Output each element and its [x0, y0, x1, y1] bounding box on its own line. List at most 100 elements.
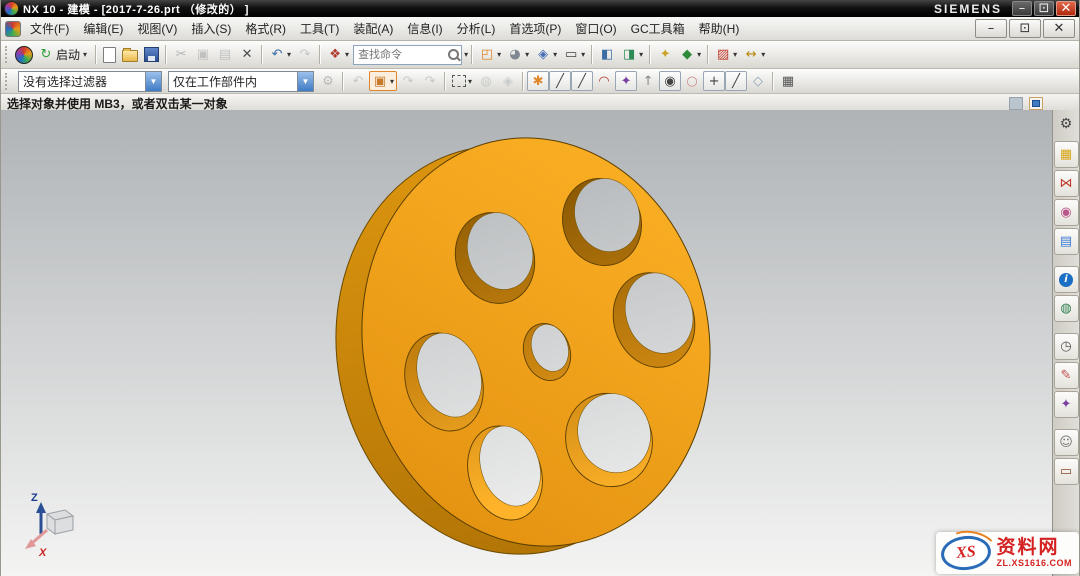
start-button[interactable]: ↻ 启动 ▾ [33, 44, 92, 65]
close-button[interactable]: ✕ [1056, 1, 1076, 16]
graphics-window[interactable]: Z X [1, 110, 1079, 576]
open-file-button[interactable] [119, 45, 141, 64]
copy-button-glyph: ▣ [196, 47, 210, 62]
select-rect-button[interactable]: ▾ [449, 73, 475, 89]
shaded-with-edges-button[interactable]: ◕ ▾ [504, 45, 532, 65]
measure-distance-button-dropdown[interactable]: ▾ [761, 50, 765, 59]
minimize-button[interactable]: – [1012, 1, 1032, 16]
menu-app-icon[interactable] [5, 20, 21, 37]
tools-menu[interactable]: 工具(T) [293, 18, 346, 39]
hd3d-tools-tab[interactable]: i [1053, 266, 1079, 293]
edit-menu[interactable]: 编辑(E) [76, 18, 130, 39]
toolbar-grip[interactable] [5, 72, 11, 90]
separator [471, 45, 474, 64]
window-menu[interactable]: 窗口(O) [568, 18, 623, 39]
repeat-command-button[interactable]: ❖ ▾ [324, 45, 352, 65]
snap-center-button[interactable]: ◉ [659, 71, 682, 91]
help-menu[interactable]: 帮助(H) [692, 18, 747, 39]
measure-distance-button[interactable]: ↔ ▾ [740, 45, 768, 65]
snap-quadrant-icon[interactable]: ○ [681, 71, 703, 91]
show-hide-button[interactable]: ◨ ▾ [618, 45, 646, 65]
clip-board-icon[interactable] [1009, 97, 1023, 110]
graphics-canvas[interactable]: Z X [1, 110, 1079, 576]
point-dialog-button[interactable]: ▣ ▾ [369, 71, 398, 91]
snap-enable-button[interactable]: ✱ [527, 71, 550, 91]
start-dropdown-icon[interactable]: ▾ [83, 50, 87, 59]
selection-filter-combo[interactable]: 没有选择过滤器 ▼ [18, 70, 162, 92]
mdi-close-button[interactable]: ✕ [1043, 19, 1075, 38]
selection-filter-dropdown-icon[interactable]: ▼ [145, 71, 161, 91]
fit-view-button[interactable]: ◰ ▾ [476, 45, 504, 65]
snap-existing-point-button[interactable]: ╱ [725, 71, 748, 91]
snap-intersection-button[interactable]: + [703, 71, 726, 91]
repeat-command-button-dropdown[interactable]: ▾ [345, 50, 349, 59]
snap-face-icon[interactable]: ◇ [747, 71, 769, 91]
snap-tangent-icon[interactable]: ◠ [593, 71, 615, 91]
mdi-restore-button[interactable]: ⊡ [1009, 19, 1041, 38]
information-menu[interactable]: 信息(I) [400, 18, 449, 39]
search-input[interactable] [356, 47, 449, 62]
point-dialog-button-glyph: ▣ [373, 73, 387, 89]
section-view-button[interactable]: ▨ ▾ [712, 45, 740, 65]
user-tools-tab[interactable]: ☺ [1053, 429, 1079, 456]
separator [707, 45, 710, 64]
assembly-navigator-tab[interactable]: ▦ [1053, 141, 1079, 168]
undo-button[interactable]: ↶ ▾ [266, 45, 294, 65]
part-navigator-tab[interactable]: ◉ [1053, 199, 1079, 226]
new-file-button[interactable] [100, 45, 119, 65]
grid-snap-icon-glyph: ▦ [781, 73, 795, 89]
show-hide-button-dropdown[interactable]: ▾ [639, 50, 643, 59]
selection-scope-combo[interactable]: 仅在工作部件内 ▼ [168, 70, 314, 92]
scene-pin-tab[interactable]: ✦ [1053, 391, 1079, 418]
file-menu[interactable]: 文件(F) [23, 18, 76, 39]
roles-tab[interactable]: ✎ [1053, 362, 1079, 389]
scene-pin-tab-glyph: ✦ [1060, 397, 1072, 412]
search-icon[interactable] [448, 49, 460, 60]
constraint-navigator-tab[interactable]: ⋈ [1053, 170, 1079, 197]
web-browser-tab[interactable]: ◍ [1053, 295, 1079, 322]
preferences-menu[interactable]: 首选项(P) [502, 18, 568, 39]
snap-pole-icon[interactable]: ↑ [637, 71, 659, 91]
snap-midpoint-button[interactable]: ╱ [571, 71, 594, 91]
dialog-rail-icon[interactable] [1029, 97, 1043, 110]
insert-menu[interactable]: 插入(S) [184, 18, 238, 39]
resource-bar-options-icon[interactable]: ⚙ [1060, 115, 1073, 132]
search-dropdown-icon[interactable]: ▾ [464, 50, 468, 59]
format-menu[interactable]: 格式(R) [238, 18, 293, 39]
undo-button-dropdown[interactable]: ▾ [287, 50, 291, 59]
view-menu[interactable]: 视图(V) [130, 18, 184, 39]
save-button[interactable] [141, 45, 162, 64]
toolbar-grip[interactable] [5, 46, 11, 63]
gc-toolbox-menu[interactable]: GC工具箱 [624, 18, 692, 39]
section-view-button-dropdown[interactable]: ▾ [733, 50, 737, 59]
assembly-constraints-button[interactable]: ◆ ▾ [676, 45, 704, 65]
window-select-button[interactable]: ▭ ▾ [560, 45, 588, 65]
reuse-library-tab[interactable]: ▤ [1053, 228, 1079, 255]
history-tab[interactable]: ◷ [1053, 333, 1079, 360]
analysis-menu[interactable]: 分析(L) [450, 18, 503, 39]
restore-button[interactable]: ⊡ [1034, 1, 1054, 16]
title-bar[interactable]: NX 10 - 建模 - [2017-7-26.prt （修改的） ] SIEM… [1, 0, 1079, 17]
window-tab[interactable]: ▭ [1053, 458, 1079, 485]
grid-snap-icon[interactable]: ▦ [777, 71, 799, 91]
paste-button: ▤ [214, 45, 236, 65]
selection-scope-dropdown-icon[interactable]: ▼ [297, 71, 313, 91]
fit-view-button-dropdown[interactable]: ▾ [497, 50, 501, 59]
assembly-constraints-button-glyph: ◆ [682, 47, 693, 62]
shaded-with-edges-button-dropdown[interactable]: ▾ [525, 50, 529, 59]
window-select-button-dropdown[interactable]: ▾ [581, 50, 585, 59]
isometric-view-button[interactable]: ◈ ▾ [532, 45, 560, 65]
show-button[interactable]: ◧ [596, 45, 618, 65]
select-rect-button-dropdown[interactable]: ▾ [468, 77, 472, 86]
assemblies-menu[interactable]: 装配(A) [346, 18, 400, 39]
command-finder-search[interactable] [353, 44, 463, 65]
snap-point-on-curve-button[interactable]: ✦ [615, 71, 638, 91]
mdi-minimize-button[interactable]: – [975, 19, 1007, 38]
snap-endpoint-button[interactable]: ╱ [549, 71, 572, 91]
delete-button[interactable]: ✕ [236, 45, 258, 65]
assembly-constraints-button-dropdown[interactable]: ▾ [697, 50, 701, 59]
paste-button-glyph: ▤ [218, 47, 232, 62]
point-dialog-button-dropdown[interactable]: ▾ [390, 77, 394, 86]
move-object-button[interactable]: ✦ [654, 45, 676, 65]
isometric-view-button-dropdown[interactable]: ▾ [553, 50, 557, 59]
